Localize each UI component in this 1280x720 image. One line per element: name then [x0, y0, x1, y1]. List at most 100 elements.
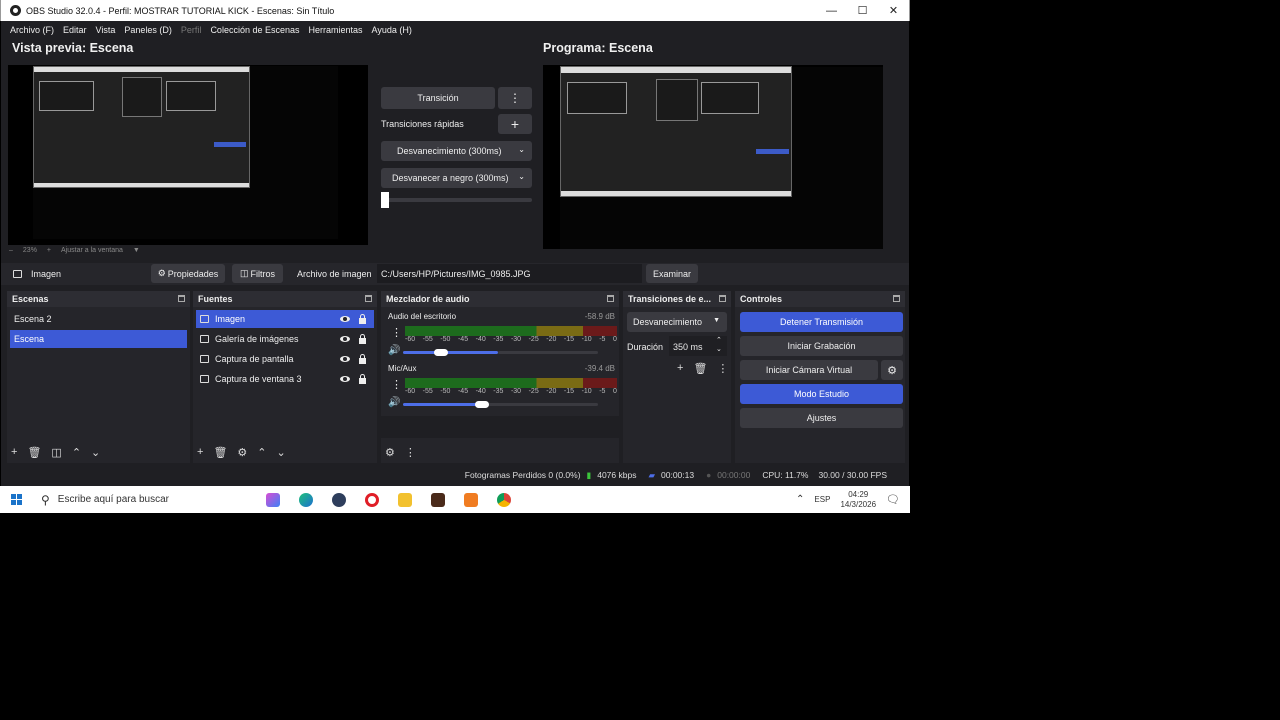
chevron-up-icon[interactable]: ⌃	[796, 494, 804, 505]
chrome-app[interactable]	[487, 486, 520, 513]
program-area[interactable]	[543, 65, 883, 249]
volume-knob[interactable]	[475, 401, 489, 408]
maximize-button[interactable]: ☐	[847, 0, 878, 21]
source-item-selected[interactable]: Imagen	[196, 310, 374, 328]
gear-icon: ⚙	[887, 364, 897, 377]
sublime-app[interactable]	[454, 486, 487, 513]
eye-icon[interactable]	[340, 376, 350, 382]
tbar-slider[interactable]	[381, 192, 532, 208]
preview-screenshot-image[interactable]	[33, 66, 250, 188]
obs-logo-icon	[10, 5, 21, 16]
channel-menu-icon[interactable]: ⋮	[391, 378, 402, 391]
undock-icon[interactable]	[178, 295, 185, 302]
obs-taskbar-app[interactable]	[322, 486, 355, 513]
trash-icon[interactable]: 🗑	[27, 446, 41, 459]
eye-icon[interactable]	[340, 316, 350, 322]
spin-down-icon[interactable]: ⌄	[716, 345, 722, 353]
add-icon[interactable]: +	[197, 446, 203, 459]
eye-icon[interactable]	[340, 356, 350, 362]
transition-button[interactable]: Transición	[381, 87, 495, 109]
filters-button[interactable]: ◫ Filtros	[232, 264, 283, 283]
volume-meter	[405, 378, 617, 388]
properties-button[interactable]: ⚙ Propiedades	[151, 264, 225, 283]
move-up-icon[interactable]: ⌃	[72, 446, 81, 459]
undock-icon[interactable]	[365, 295, 372, 302]
search-icon: ⚲	[41, 492, 50, 507]
settings-button[interactable]: Ajustes	[740, 408, 903, 428]
volume-knob[interactable]	[434, 349, 448, 356]
lock-icon[interactable]	[359, 314, 366, 324]
menu-perfil[interactable]: Perfil	[181, 25, 202, 35]
start-recording-button[interactable]: Iniciar Grabación	[740, 336, 903, 356]
zoom-out-button[interactable]: –	[9, 247, 13, 254]
taskbar-search[interactable]: ⚲ Escribe aquí para buscar	[41, 493, 256, 507]
add-icon[interactable]: +	[677, 362, 683, 375]
lock-icon[interactable]	[359, 354, 366, 364]
add-icon[interactable]: +	[11, 446, 17, 459]
scene-item[interactable]: Escena 2	[10, 310, 187, 328]
transition-more-button[interactable]: ⋮	[498, 87, 532, 109]
source-item[interactable]: Captura de pantalla	[196, 350, 374, 368]
add-quick-transition-button[interactable]: +	[498, 114, 532, 134]
input-language[interactable]: ESP	[814, 495, 830, 504]
tbar-handle[interactable]	[381, 192, 389, 208]
zoom-in-button[interactable]: +	[47, 247, 51, 254]
chevron-down-icon[interactable]: ▼	[133, 247, 140, 254]
source-item[interactable]: Captura de ventana 3	[196, 370, 374, 388]
move-down-icon[interactable]: ⌄	[91, 446, 100, 459]
close-button[interactable]: ✕	[878, 0, 909, 21]
lock-icon[interactable]	[359, 374, 366, 384]
file-explorer-app[interactable]	[388, 486, 421, 513]
edge-app[interactable]	[289, 486, 322, 513]
quick-transition-fade[interactable]: Desvanecimiento (300ms) ⌄	[381, 141, 532, 161]
source-item[interactable]: Galería de imágenes	[196, 330, 374, 348]
game-app[interactable]	[421, 486, 454, 513]
trash-icon[interactable]: 🗑	[213, 446, 227, 459]
image-file-path[interactable]: C:/Users/HP/Pictures/IMG_0985.JPG	[377, 264, 642, 283]
advanced-audio-icon[interactable]: ⚙	[385, 446, 395, 459]
speaker-icon[interactable]: 🔊	[388, 397, 400, 408]
start-button[interactable]	[0, 486, 33, 513]
channel-menu-icon[interactable]: ⋮	[391, 326, 402, 339]
menu-coleccion-escenas[interactable]: Colección de Escenas	[210, 25, 299, 35]
spin-up-icon[interactable]: ⌃	[716, 336, 722, 344]
move-down-icon[interactable]: ⌄	[277, 446, 286, 459]
undock-icon[interactable]	[893, 295, 900, 302]
menu-paneles[interactable]: Paneles (D)	[124, 25, 172, 35]
menu-archivo[interactable]: Archivo (F)	[10, 25, 54, 35]
fit-to-window-label[interactable]: Ajustar a la ventana	[61, 247, 123, 254]
gear-icon[interactable]: ⚙	[237, 446, 247, 459]
filter-icon[interactable]: ◫	[51, 446, 61, 459]
properties-label: Propiedades	[167, 268, 219, 279]
undock-icon[interactable]	[719, 295, 726, 302]
menu-ayuda[interactable]: Ayuda (H)	[372, 25, 412, 35]
transition-type-select[interactable]: Desvanecimiento ▼	[627, 312, 727, 332]
minimize-button[interactable]: —	[816, 0, 847, 21]
browse-button[interactable]: Examinar	[646, 264, 698, 283]
program-screenshot-image[interactable]	[560, 66, 792, 197]
more-icon[interactable]: ⋮	[717, 362, 728, 375]
volume-slider[interactable]	[403, 401, 598, 408]
copilot-app[interactable]	[256, 486, 289, 513]
menu-herramientas[interactable]: Herramientas	[309, 25, 363, 35]
undock-icon[interactable]	[607, 295, 614, 302]
studio-mode-button[interactable]: Modo Estudio	[740, 384, 903, 404]
preview-area[interactable]	[8, 65, 368, 245]
start-virtual-camera-button[interactable]: Iniciar Cámara Virtual	[740, 360, 878, 380]
eye-icon[interactable]	[340, 336, 350, 342]
menu-editar[interactable]: Editar	[63, 25, 87, 35]
notification-icon[interactable]: 🗨	[886, 493, 900, 506]
opera-app[interactable]	[355, 486, 388, 513]
quick-transition-fade-black[interactable]: Desvanecer a negro (300ms) ⌄	[381, 168, 532, 188]
stop-streaming-button[interactable]: Detener Transmisión	[740, 312, 903, 332]
volume-slider[interactable]	[403, 349, 598, 356]
mixer-menu-icon[interactable]: ⋮	[405, 446, 416, 459]
speaker-icon[interactable]: 🔊	[388, 345, 400, 356]
virtual-camera-settings-button[interactable]: ⚙	[881, 360, 903, 380]
clock[interactable]: 04:29 14/3/2026	[840, 490, 876, 510]
menu-vista[interactable]: Vista	[96, 25, 116, 35]
trash-icon[interactable]: 🗑	[693, 362, 707, 375]
move-up-icon[interactable]: ⌃	[257, 446, 266, 459]
scene-item-selected[interactable]: Escena	[10, 330, 187, 348]
lock-icon[interactable]	[359, 334, 366, 344]
